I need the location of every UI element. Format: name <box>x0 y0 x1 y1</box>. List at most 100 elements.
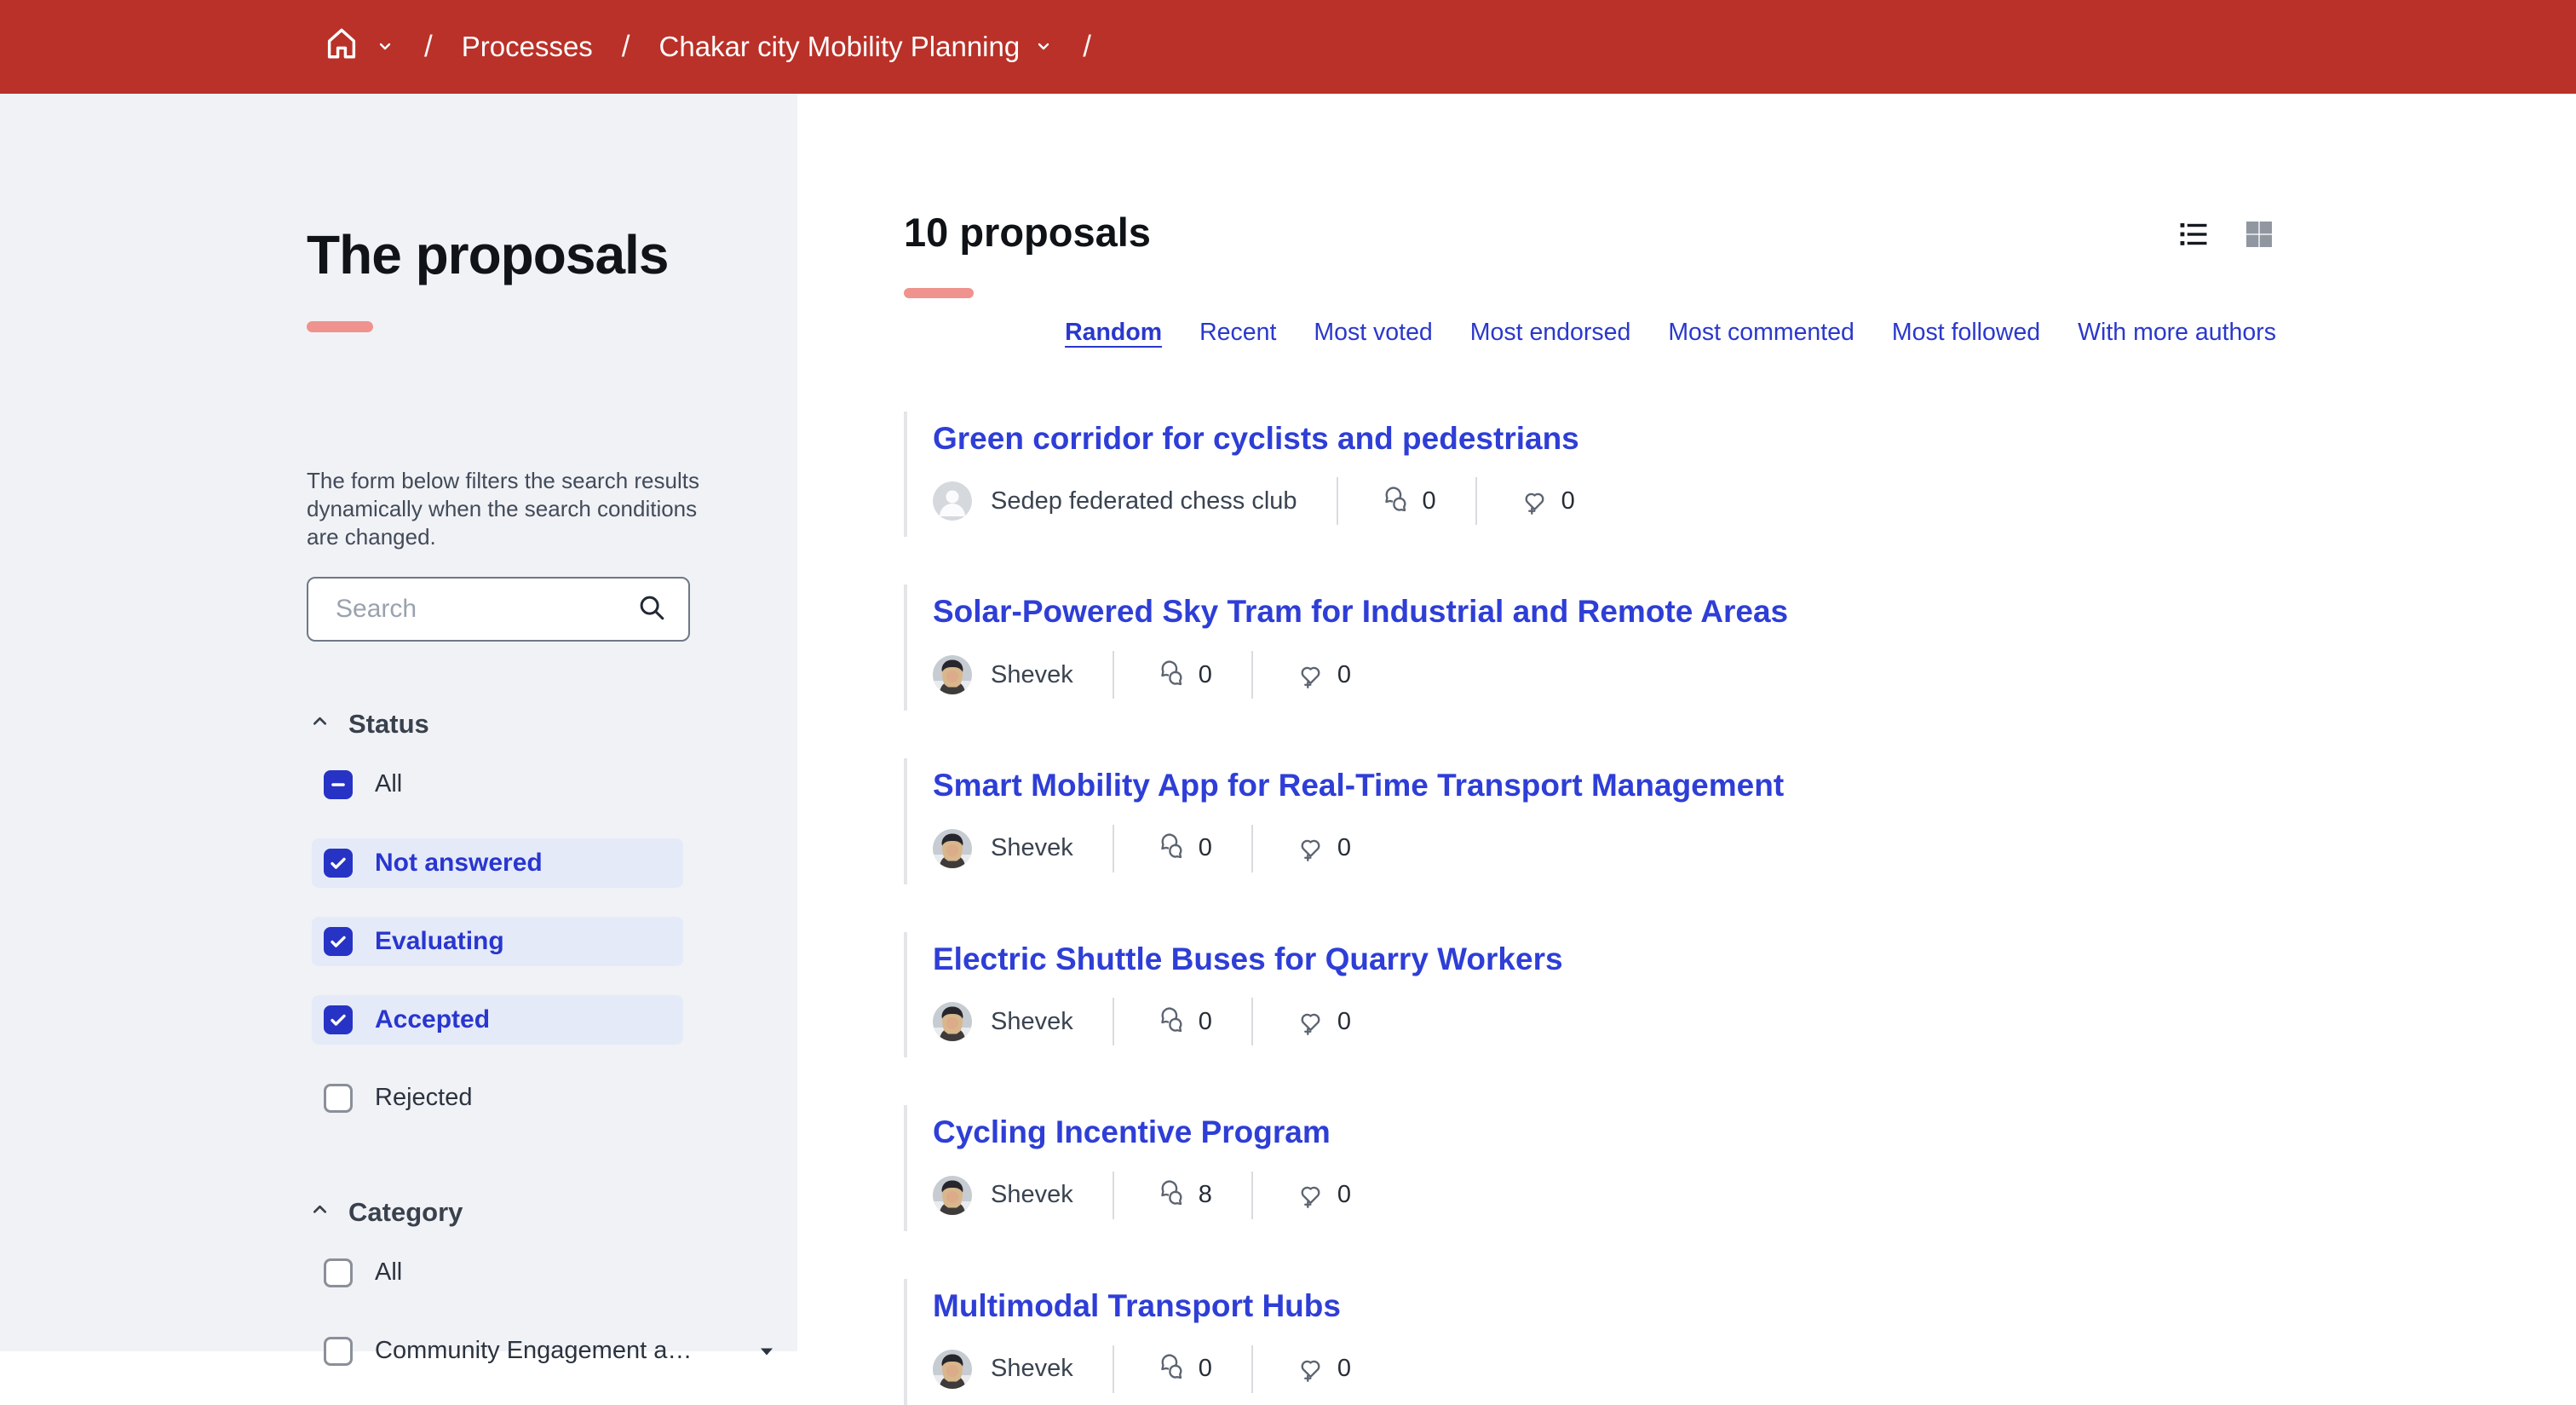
author-name[interactable]: Shevek <box>991 661 1073 689</box>
filters-description: The form below filters the search result… <box>307 467 716 551</box>
breadcrumb-separator: / <box>622 30 630 64</box>
endorsements-stat[interactable]: 0 <box>1296 1007 1351 1037</box>
filter-option-status-all[interactable]: All <box>312 760 683 809</box>
proposal-title-link[interactable]: Smart Mobility App for Real-Time Transpo… <box>933 767 1784 804</box>
grid-view-button[interactable] <box>2242 217 2276 254</box>
comments-stat[interactable]: 0 <box>1157 833 1212 863</box>
proposal-title-link[interactable]: Cycling Incentive Program <box>933 1114 1331 1151</box>
search-submit-button[interactable] <box>635 591 668 626</box>
filter-option-status-evaluating[interactable]: Evaluating <box>312 917 683 966</box>
author-name[interactable]: Shevek <box>991 834 1073 862</box>
list-view-button[interactable] <box>2177 220 2210 251</box>
checkbox-checked[interactable] <box>324 1005 353 1034</box>
proposal-title-link[interactable]: Solar-Powered Sky Tram for Industrial an… <box>933 593 1788 631</box>
home-dropdown-toggle[interactable] <box>375 31 395 63</box>
proposal-title-link[interactable]: Green corridor for cyclists and pedestri… <box>933 420 1579 458</box>
sort-option-recent[interactable]: Recent <box>1199 319 1276 347</box>
author-name[interactable]: Sedep federated chess club <box>991 487 1297 515</box>
sort-row: Random Recent Most voted Most endorsed Most … <box>904 319 2276 347</box>
proposal-card: Solar-Powered Sky Tram for Industrial an… <box>904 584 2276 711</box>
endorsements-stat[interactable]: 0 <box>1520 487 1575 516</box>
filter-option-label: All <box>375 770 402 798</box>
sort-option-with-more-authors[interactable]: With more authors <box>2078 319 2276 347</box>
photo-avatar[interactable] <box>933 829 972 868</box>
filter-section-toggle-category[interactable]: Category <box>307 1197 797 1228</box>
comments-icon <box>1157 1007 1187 1037</box>
endorsements-icon <box>1296 1354 1325 1384</box>
comments-stat[interactable]: 8 <box>1157 1180 1212 1210</box>
filter-option-status-not-answered[interactable]: Not answered <box>312 838 683 888</box>
title-accent-underline <box>307 321 373 332</box>
filter-section-toggle-status[interactable]: Status <box>307 709 797 740</box>
endorsements-icon <box>1296 1007 1325 1037</box>
sidebar-title: The proposals <box>307 226 797 285</box>
endorsements-stat-count: 0 <box>1337 834 1351 862</box>
checkbox-unchecked[interactable] <box>324 1258 353 1287</box>
proposal-meta: Shevek 0 0 <box>933 998 2276 1045</box>
search-input[interactable] <box>334 594 635 625</box>
breadcrumb-item-processes[interactable]: Processes <box>462 31 593 63</box>
filter-section-title: Status <box>348 709 429 740</box>
meta-divider <box>1475 477 1477 525</box>
meta-divider <box>1251 825 1253 872</box>
meta-divider <box>1251 998 1253 1045</box>
filter-option-category-all[interactable]: All <box>312 1248 683 1298</box>
comments-stat[interactable]: 0 <box>1157 660 1212 690</box>
sort-option-most-commented[interactable]: Most commented <box>1668 319 1854 347</box>
count-accent-underline <box>904 288 974 298</box>
meta-divider <box>1113 1172 1114 1219</box>
comments-stat[interactable]: 0 <box>1157 1354 1212 1384</box>
filters-sidebar: The proposals The form below filters the… <box>0 94 797 1351</box>
checkbox-checked[interactable] <box>324 849 353 878</box>
endorsements-stat[interactable]: 0 <box>1296 1354 1351 1384</box>
proposal-meta: Shevek 8 0 <box>933 1172 2276 1219</box>
filter-option-status-accepted[interactable]: Accepted <box>312 995 683 1045</box>
home-button[interactable] <box>322 24 361 70</box>
comments-stat[interactable]: 0 <box>1381 487 1436 516</box>
filter-section-title: Category <box>348 1197 463 1228</box>
endorsements-icon <box>1296 1180 1325 1210</box>
filter-option-label: Evaluating <box>375 927 504 956</box>
proposal-card: Multimodal Transport Hubs Shevek 0 0 <box>904 1279 2276 1405</box>
photo-avatar[interactable] <box>933 655 972 694</box>
meta-divider <box>1113 651 1114 699</box>
proposal-title-link[interactable]: Electric Shuttle Buses for Quarry Worker… <box>933 941 1563 978</box>
sort-option-most-voted[interactable]: Most voted <box>1314 319 1432 347</box>
photo-avatar[interactable] <box>933 1350 972 1389</box>
comments-stat-count: 0 <box>1199 661 1212 689</box>
grid-view-icon <box>2242 217 2276 254</box>
filter-option-label: Accepted <box>375 1005 490 1034</box>
generic-avatar[interactable] <box>933 481 972 521</box>
checkbox-unchecked[interactable] <box>324 1084 353 1113</box>
checkbox-indeterminate[interactable] <box>324 770 353 799</box>
endorsements-stat-count: 0 <box>1561 487 1575 515</box>
proposal-card: Green corridor for cyclists and pedestri… <box>904 412 2276 538</box>
sort-option-random[interactable]: Random <box>1065 319 1162 347</box>
author-name[interactable]: Shevek <box>991 1355 1073 1383</box>
filter-section-category: CategoryAllCommunity Engagement a… <box>307 1197 797 1376</box>
sort-option-most-followed[interactable]: Most followed <box>1892 319 2040 347</box>
endorsements-stat[interactable]: 0 <box>1296 1180 1351 1210</box>
photo-avatar[interactable] <box>933 1176 972 1215</box>
search-box <box>307 577 690 642</box>
sort-option-most-endorsed[interactable]: Most endorsed <box>1470 319 1631 347</box>
comments-icon <box>1157 833 1187 863</box>
filter-sections: Status All Not answered Evaluating Accepted R… <box>307 709 797 1376</box>
endorsements-icon <box>1520 487 1550 516</box>
comments-icon <box>1157 1180 1187 1210</box>
proposal-title-link[interactable]: Multimodal Transport Hubs <box>933 1287 1341 1325</box>
meta-divider <box>1113 1345 1114 1393</box>
filter-option-label: All <box>375 1258 402 1287</box>
endorsements-stat[interactable]: 0 <box>1296 833 1351 863</box>
filter-section-status: Status All Not answered Evaluating Accepted R… <box>307 709 797 1123</box>
author-name[interactable]: Shevek <box>991 1008 1073 1036</box>
filter-option-status-rejected[interactable]: Rejected <box>312 1074 683 1123</box>
process-dropdown-toggle[interactable] <box>1033 31 1054 63</box>
photo-avatar[interactable] <box>933 1002 972 1041</box>
author-name[interactable]: Shevek <box>991 1181 1073 1209</box>
breadcrumb-item-process[interactable]: Chakar city Mobility Planning <box>659 31 1021 63</box>
checkbox-checked[interactable] <box>324 927 353 956</box>
comments-stat[interactable]: 0 <box>1157 1007 1212 1037</box>
endorsements-stat[interactable]: 0 <box>1296 660 1351 690</box>
proposal-card: Smart Mobility App for Real-Time Transpo… <box>904 758 2276 884</box>
